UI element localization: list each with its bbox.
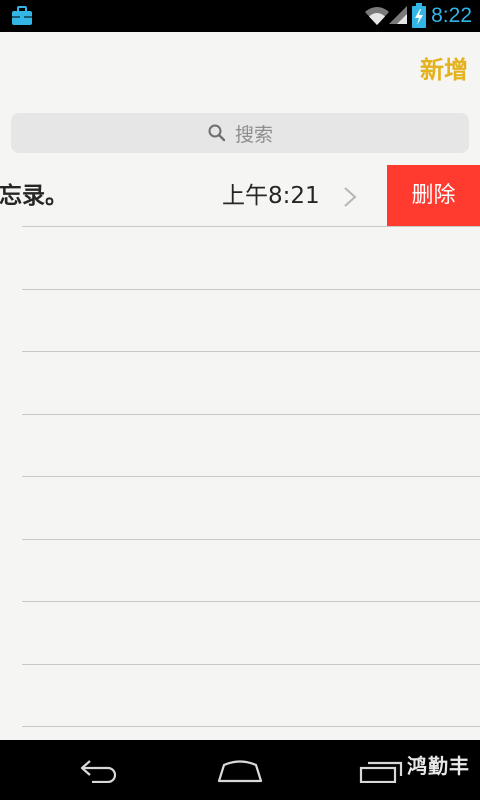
home-icon[interactable] [216, 757, 264, 783]
note-time: 上午8:21 [222, 183, 320, 209]
briefcase-icon [12, 6, 32, 25]
battery-charging-icon [412, 3, 426, 28]
search-input[interactable]: 搜索 [11, 113, 469, 153]
paper-rule [22, 601, 480, 602]
list-item[interactable]: 备忘录。 上午8:21 删除 [0, 165, 480, 227]
screen: 8:22 新增 搜索 备忘录。 上午8:21 删除 [0, 0, 480, 800]
status-bar: 8:22 [0, 0, 480, 32]
navigation-bar: 鸿勤丰 [0, 740, 480, 800]
notes-list-area: 新增 搜索 备忘录。 上午8:21 删除 [0, 32, 480, 740]
search-icon [208, 124, 226, 142]
back-icon[interactable] [78, 757, 122, 783]
paper-rule [22, 414, 480, 415]
signal-icon [389, 6, 407, 24]
add-note-button[interactable]: 新增 [420, 50, 468, 85]
search-placeholder: 搜索 [234, 123, 273, 146]
paper-rule [22, 351, 480, 352]
watermark: 鸿勤丰 [407, 754, 470, 778]
delete-button[interactable]: 删除 [387, 165, 480, 227]
paper-rule [22, 539, 480, 540]
chevron-right-icon [344, 187, 357, 207]
paper-rule [22, 664, 480, 665]
paper-rule [22, 226, 480, 227]
status-clock: 8:22 [431, 4, 472, 27]
note-title: 备忘录。 [0, 183, 68, 209]
recents-icon[interactable] [358, 757, 404, 783]
wifi-icon [365, 7, 389, 25]
paper-rule [22, 289, 480, 290]
paper-rule [22, 476, 480, 477]
paper-rule [22, 726, 480, 727]
